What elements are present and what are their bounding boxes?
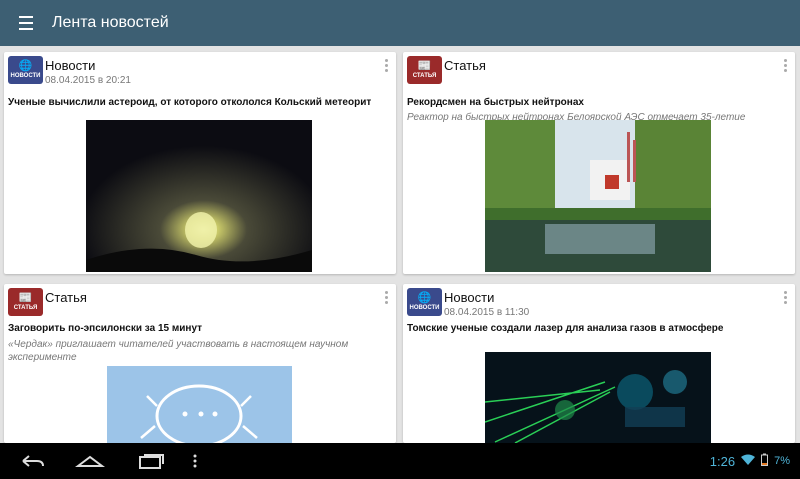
cartoon-illustration xyxy=(107,366,292,443)
card-headline[interactable]: Рекордсмен на быстрых нейтронах xyxy=(407,97,584,108)
article-card[interactable]: 📰 СТАТЬЯ Статья Рекордсмен на быстрых не… xyxy=(403,52,795,274)
article-badge: 📰 СТАТЬЯ xyxy=(407,56,442,84)
card-image[interactable] xyxy=(86,120,312,272)
card-date: 08.04.2015 в 11:30 xyxy=(444,307,530,318)
card-headline[interactable]: Заговорить по-эпсилонски за 15 минут xyxy=(8,323,202,334)
more-options-icon[interactable] xyxy=(384,58,388,73)
card-headline[interactable]: Томские ученые создали лазер для анализа… xyxy=(407,323,723,334)
more-options-icon[interactable] xyxy=(783,290,787,305)
news-badge: 🌐 НОВОСТИ xyxy=(407,288,442,316)
card-date: 08.04.2015 в 20:21 xyxy=(45,75,131,86)
card-image[interactable] xyxy=(485,352,711,443)
card-subtitle: «Чердак» приглашает читателей участвоват… xyxy=(8,339,349,363)
card-type-label: Статья xyxy=(45,290,87,305)
article-card[interactable]: 📰 СТАТЬЯ Статья Заговорить по-эпсилонски… xyxy=(4,284,396,443)
meteor-photo xyxy=(86,120,312,272)
card-image[interactable] xyxy=(107,366,292,443)
news-card[interactable]: 🌐 НОВОСТИ Новости 08.04.2015 в 11:30 Том… xyxy=(403,284,795,443)
battery-percent: 7% xyxy=(774,455,790,467)
laser-photo xyxy=(485,352,711,443)
home-icon[interactable] xyxy=(72,443,108,479)
card-type-label: Статья xyxy=(444,58,486,73)
back-icon[interactable] xyxy=(14,443,48,479)
more-options-icon[interactable] xyxy=(384,290,388,305)
page-title: Лента новостей xyxy=(52,14,169,31)
reactor-photo xyxy=(485,120,711,272)
card-type-label: Новости xyxy=(444,290,495,305)
card-headline[interactable]: Ученые вычислили астероид, от которого о… xyxy=(8,97,371,108)
clock: 1:26 xyxy=(709,453,736,469)
card-type-label: Новости xyxy=(45,58,96,73)
more-options-icon[interactable] xyxy=(783,58,787,73)
news-badge: 🌐 НОВОСТИ xyxy=(8,56,43,84)
status-area: 1:26 7% xyxy=(710,443,790,479)
globe-icon: 🌐 xyxy=(417,291,432,304)
system-navigation-bar: 1:26 7% xyxy=(0,443,800,479)
app-toolbar: Лента новостей xyxy=(0,0,800,46)
battery-icon xyxy=(761,453,769,469)
card-image[interactable] xyxy=(485,120,711,272)
recent-apps-icon[interactable] xyxy=(134,443,168,479)
news-feed[interactable]: 🌐 НОВОСТИ Новости 08.04.2015 в 20:21 Уче… xyxy=(0,46,800,443)
article-badge: 📰 СТАТЬЯ xyxy=(8,288,43,316)
news-card[interactable]: 🌐 НОВОСТИ Новости 08.04.2015 в 20:21 Уче… xyxy=(4,52,396,274)
newspaper-icon: 📰 xyxy=(417,59,432,72)
newspaper-icon: 📰 xyxy=(18,291,33,304)
hamburger-icon[interactable] xyxy=(0,0,52,46)
wifi-icon xyxy=(741,454,756,469)
globe-icon: 🌐 xyxy=(18,59,33,72)
overflow-menu-icon[interactable] xyxy=(188,443,202,479)
